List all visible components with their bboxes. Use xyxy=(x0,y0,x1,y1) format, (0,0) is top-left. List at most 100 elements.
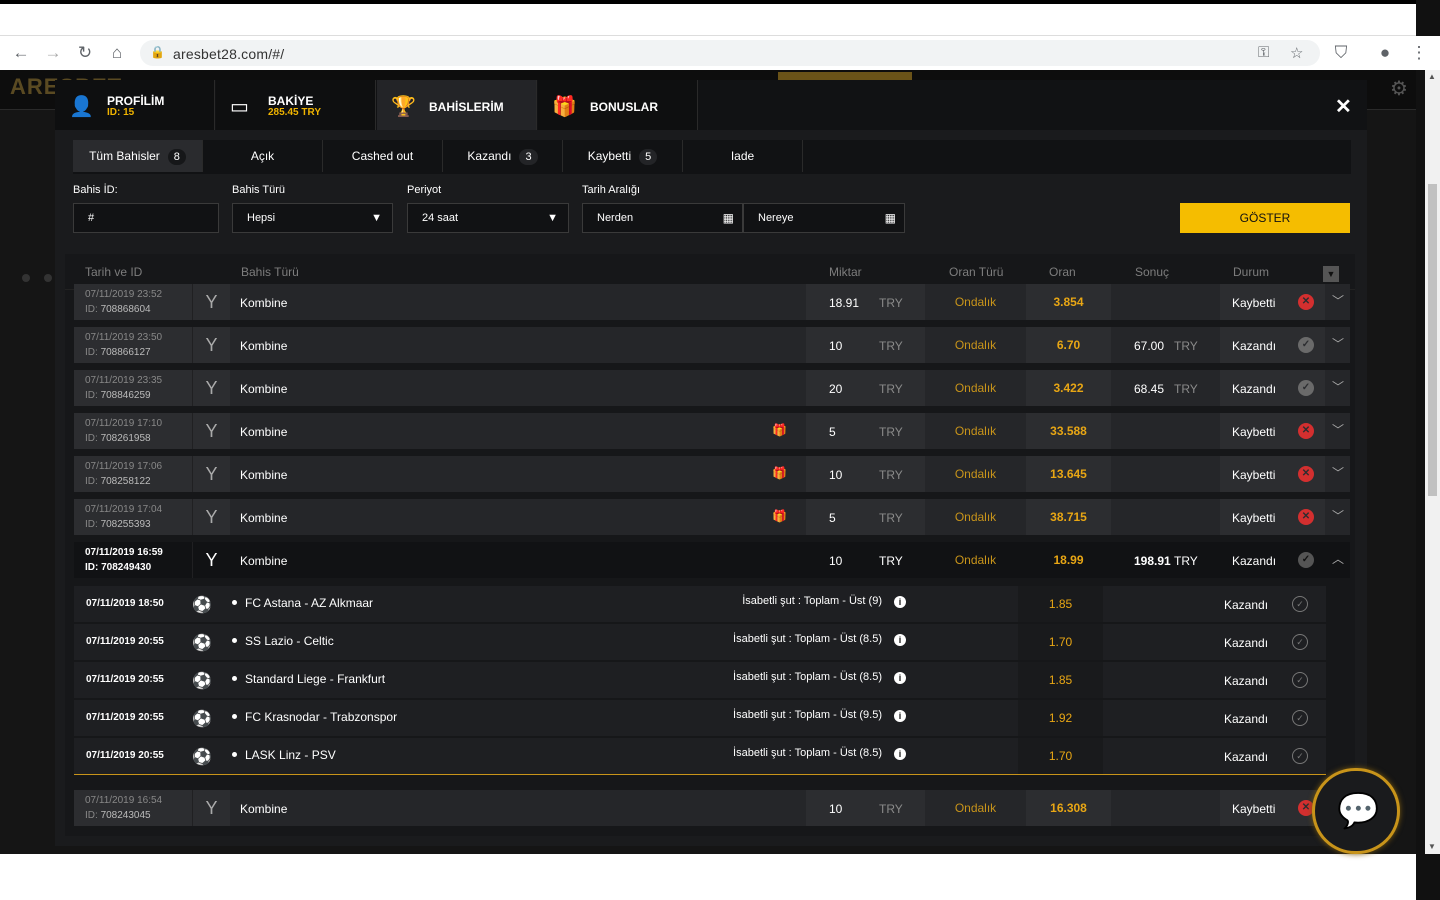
bet-status-cell: Kazandı ✓ xyxy=(1220,542,1325,578)
football-icon: ⚽ xyxy=(192,673,212,690)
key-icon[interactable]: ⚿ xyxy=(1258,44,1269,61)
filter-tab-all[interactable]: Tüm Bahisler 8 xyxy=(73,140,203,172)
show-button[interactable]: GÖSTER xyxy=(1180,203,1350,233)
bet-date-cell: 07/11/2019 16:59 ID: 708249430 xyxy=(74,542,192,578)
info-icon[interactable]: i xyxy=(894,596,906,608)
bet-amount-cell: 5 TRY xyxy=(806,413,925,449)
bet-type-select[interactable]: Hepsi ▼ xyxy=(232,203,393,233)
window-control-area xyxy=(1416,0,1440,36)
selection-date: 07/11/2019 18:50 xyxy=(86,598,164,609)
period-select[interactable]: 24 saat ▼ xyxy=(407,203,569,233)
bet-row[interactable]: 07/11/2019 23:35 ID: 708846259 Y Kombine 20 T… xyxy=(74,370,1350,406)
filter-tab-open[interactable]: Açık xyxy=(203,140,323,172)
bet-row[interactable]: 07/11/2019 23:52 ID: 708868604 Y Kombine 18.… xyxy=(74,284,1350,320)
bet-id-input[interactable]: # xyxy=(73,203,219,233)
lock-icon[interactable]: 🔒 xyxy=(150,45,165,59)
filter-tab-label: Açık xyxy=(250,149,275,163)
collapse-all-icon[interactable]: ▼ xyxy=(1323,266,1339,282)
header-odds: Oran xyxy=(1049,265,1076,279)
combo-icon: Y xyxy=(192,790,230,826)
bet-row[interactable]: 07/11/2019 17:10 ID: 708261958 Y Kombine 🎁 5 T… xyxy=(74,413,1350,449)
reload-icon[interactable]: ↻ xyxy=(74,42,96,64)
bet-odds-type: Ondalık xyxy=(926,327,1025,363)
bet-row[interactable]: 07/11/2019 16:59 ID: 708249430 Y Kombine 10 T… xyxy=(74,542,1350,578)
date-from-input[interactable]: Nerden ▦ xyxy=(582,203,743,233)
x-circle-icon: ✕ xyxy=(1298,423,1314,439)
filter-tab-cashed-out[interactable]: Cashed out xyxy=(323,140,443,172)
bet-odds-type: Ondalık xyxy=(926,790,1025,826)
address-bar[interactable]: 🔒 aresbet28.com/#/ ⚿ ☆ xyxy=(140,40,1320,66)
chevron-down-icon[interactable]: ﹀ xyxy=(1326,284,1350,320)
bet-filter-tabs: Tüm Bahisler 8 Açık Cashed out Kazandı 3 K… xyxy=(73,140,1351,174)
bet-row[interactable]: 07/11/2019 16:54 ID: 708243045 Y Kombine 10 T… xyxy=(74,790,1350,826)
bet-date: 07/11/2019 17:06 xyxy=(85,461,163,472)
chevron-down-icon[interactable]: ﹀ xyxy=(1326,413,1350,449)
bet-id-value: 708249430 xyxy=(101,562,152,573)
scroll-up-icon[interactable]: ▲ xyxy=(1428,72,1436,81)
shield-extension-icon[interactable]: ⛉ xyxy=(1330,42,1352,64)
info-icon[interactable]: i xyxy=(894,634,906,646)
account-icon[interactable]: ● xyxy=(1374,42,1396,64)
bet-row[interactable]: 07/11/2019 17:06 ID: 708258122 Y Kombine 🎁 10… xyxy=(74,456,1350,492)
bet-amount-cell: 10 TRY xyxy=(806,542,925,578)
bet-date-cell: 07/11/2019 23:52 ID: 708868604 xyxy=(74,284,192,320)
filter-tab-won[interactable]: Kazandı 3 xyxy=(443,140,563,172)
chevron-down-icon[interactable]: ﹀ xyxy=(1326,499,1350,535)
browser-tabstrip xyxy=(0,0,1440,36)
date-to-input[interactable]: Nereye ▦ xyxy=(743,203,905,233)
bet-id: ID: 708261958 xyxy=(85,433,151,444)
calendar-icon[interactable]: ▦ xyxy=(885,204,896,232)
chevron-down-icon[interactable]: ﹀ xyxy=(1326,370,1350,406)
date-to-value: Nereye xyxy=(758,212,794,224)
browser-toolbar: ← → ↻ ⌂ 🔒 aresbet28.com/#/ ⚿ ☆ ⛉ ● ⋮ xyxy=(0,36,1440,70)
bet-id-value: 708868604 xyxy=(100,304,151,315)
tab-bonuses[interactable]: 🎁 BONUSLAR xyxy=(538,80,698,130)
star-icon[interactable]: ☆ xyxy=(1290,44,1303,62)
bet-date: 07/11/2019 16:54 xyxy=(85,795,163,806)
bet-date: 07/11/2019 23:35 xyxy=(85,375,163,386)
header-status: Durum xyxy=(1233,265,1270,279)
tab-profile-label: PROFİLİM xyxy=(107,94,165,108)
bet-odds: 6.70 xyxy=(1026,327,1111,363)
check-circle-icon: ✓ xyxy=(1292,748,1308,764)
back-icon[interactable]: ← xyxy=(10,42,32,64)
bet-odds: 16.308 xyxy=(1026,790,1111,826)
bet-row[interactable]: 07/11/2019 23:50 ID: 708866127 Y Kombine 10 T… xyxy=(74,327,1350,363)
filter-tab-refund[interactable]: Iade xyxy=(683,140,803,172)
bet-id-value: 708846259 xyxy=(100,390,151,401)
info-icon[interactable]: i xyxy=(894,748,906,760)
info-icon[interactable]: i xyxy=(894,710,906,722)
tab-profile[interactable]: 👤 PROFİLİM ID: 15 xyxy=(55,80,215,130)
tab-balance[interactable]: ▭ BAKİYE 285.45 TRY xyxy=(216,80,376,130)
close-icon[interactable]: ✕ xyxy=(1335,94,1352,119)
football-icon: ⚽ xyxy=(192,597,212,614)
home-icon[interactable]: ⌂ xyxy=(106,42,128,64)
tab-balance-amount: 285.45 TRY xyxy=(268,107,321,118)
settings-gear-icon[interactable]: ⚙ xyxy=(1390,76,1408,101)
chevron-down-icon[interactable]: ﹀ xyxy=(1326,327,1350,363)
bet-result-cell xyxy=(1112,499,1219,535)
page-scrollbar[interactable]: ▲ ▼ xyxy=(1425,70,1440,854)
chevron-down-icon[interactable]: ﹀ xyxy=(1326,456,1350,492)
calendar-icon[interactable]: ▦ xyxy=(723,204,734,232)
bet-date: 07/11/2019 23:50 xyxy=(85,332,163,343)
tab-my-bets[interactable]: 🏆 BAHİSLERİM xyxy=(377,80,537,130)
bet-status: Kaybetti xyxy=(1232,511,1276,525)
chevron-up-icon[interactable]: ︿ xyxy=(1326,542,1350,578)
slider-dot xyxy=(44,274,52,282)
filter-tab-label: Iade xyxy=(730,149,755,163)
bet-currency: TRY xyxy=(879,468,903,482)
url-text[interactable]: aresbet28.com/#/ xyxy=(173,46,284,62)
bet-id-value: 708258122 xyxy=(100,476,151,487)
filter-tab-lost[interactable]: Kaybetti 5 xyxy=(563,140,683,172)
scroll-down-icon[interactable]: ▼ xyxy=(1428,842,1436,851)
bet-status: Kaybetti xyxy=(1232,468,1276,482)
forward-icon[interactable]: → xyxy=(42,42,64,64)
info-icon[interactable]: i xyxy=(894,672,906,684)
live-chat-button[interactable]: 💬 xyxy=(1312,768,1400,854)
football-icon: ⚽ xyxy=(192,711,212,728)
menu-icon[interactable]: ⋮ xyxy=(1408,42,1430,64)
bet-row[interactable]: 07/11/2019 17:04 ID: 708255393 Y Kombine 🎁 5 T… xyxy=(74,499,1350,535)
football-icon: ⚽ xyxy=(192,635,212,652)
scroll-thumb[interactable] xyxy=(1428,184,1437,496)
